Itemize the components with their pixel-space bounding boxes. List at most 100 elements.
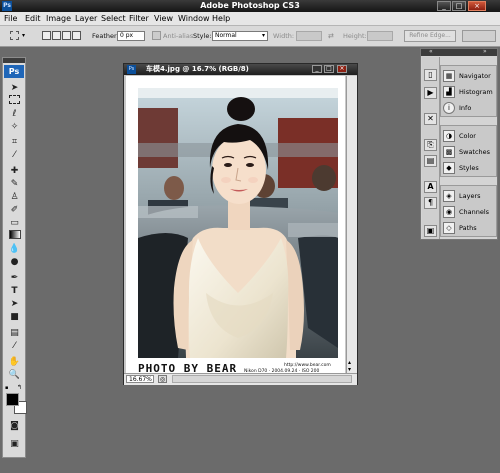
- zoom-tool-icon[interactable]: 🔍: [6, 369, 23, 381]
- swap-dimensions-icon[interactable]: ⇄: [328, 32, 334, 40]
- navigator-icon: ▦: [443, 70, 455, 82]
- preset-dropdown-arrow-icon[interactable]: ▾: [22, 32, 25, 39]
- doc-close-icon[interactable]: ×: [337, 65, 347, 73]
- minimize-icon[interactable]: _: [437, 1, 451, 11]
- collapse-right-icon[interactable]: »: [483, 48, 487, 55]
- panel-dock-header[interactable]: « »: [421, 48, 497, 56]
- maximize-icon[interactable]: □: [452, 1, 466, 11]
- intersect-selection-icon[interactable]: [72, 31, 81, 40]
- move-tool-icon[interactable]: ➤: [6, 82, 23, 94]
- foreground-color-swatch[interactable]: [6, 393, 19, 406]
- hand-tool-icon[interactable]: ✋: [6, 356, 23, 368]
- actions-panel-icon[interactable]: ✕: [424, 113, 437, 125]
- style-select[interactable]: Normal ▾: [212, 31, 268, 41]
- scroll-up-icon[interactable]: ▴: [348, 359, 351, 366]
- clone-source-panel-icon[interactable]: ▣: [424, 225, 437, 237]
- vertical-scrollbar[interactable]: ▴ ▾: [346, 76, 357, 373]
- path-selection-tool-icon[interactable]: ➤: [6, 298, 23, 310]
- panel-dock: « » ▯ ▶ ✕ ⎘ ▤ A ¶ ▣ ▦ Navigator ▟ Histogra…: [420, 48, 498, 240]
- document-window: Ps 车模4.jpg @ 16.7% (RGB/8) _ □ × PHOTO B…: [123, 63, 358, 385]
- paragraph-panel-icon[interactable]: ¶: [424, 197, 437, 209]
- panel-group-color: ◑ Color ▩ Swatches ◆ Styles: [440, 125, 497, 177]
- document-status-bar: 16.67% ◎: [124, 373, 357, 385]
- lasso-tool-icon[interactable]: ℓ: [6, 108, 23, 120]
- rectangle-tool-icon[interactable]: ■: [6, 311, 23, 323]
- doc-maximize-icon[interactable]: □: [324, 65, 334, 73]
- scroll-down-icon[interactable]: ▾: [348, 366, 351, 373]
- magic-wand-tool-icon[interactable]: ✧: [6, 121, 23, 133]
- notes-tool-icon[interactable]: ▤: [6, 327, 23, 339]
- styles-label: Styles: [459, 164, 479, 172]
- new-selection-icon[interactable]: [42, 31, 51, 40]
- toolbox-grip[interactable]: [3, 58, 25, 63]
- histogram-panel-item[interactable]: ▟ Histogram: [443, 85, 496, 99]
- layer-comps-panel-icon[interactable]: ▤: [424, 155, 437, 167]
- document-canvas[interactable]: PHOTO BY BEAR http://www.bear.com Nikon …: [126, 76, 345, 375]
- clone-stamp-tool-icon[interactable]: ♙: [6, 191, 23, 203]
- styles-panel-item[interactable]: ◆ Styles: [443, 161, 496, 175]
- healing-brush-tool-icon[interactable]: ✚: [6, 165, 23, 177]
- menu-edit[interactable]: Edit: [25, 12, 41, 25]
- gradient-tool-icon[interactable]: [6, 230, 23, 242]
- menu-select[interactable]: Select: [101, 12, 126, 25]
- character-panel-icon[interactable]: A: [424, 181, 437, 193]
- menu-view[interactable]: View: [154, 12, 173, 25]
- feather-input[interactable]: 0 px: [117, 31, 145, 41]
- screen-mode-icon[interactable]: ▣: [6, 438, 23, 450]
- menu-file[interactable]: File: [4, 12, 17, 25]
- horizontal-scrollbar[interactable]: [172, 375, 352, 383]
- info-panel-item[interactable]: i Info: [443, 101, 496, 115]
- collapse-left-icon[interactable]: «: [429, 48, 433, 55]
- crop-tool-icon[interactable]: ⌗: [6, 136, 23, 148]
- eyedropper-tool-icon[interactable]: ⁄: [6, 340, 23, 352]
- navigator-panel-item[interactable]: ▦ Navigator: [443, 69, 496, 83]
- style-label: Style:: [193, 32, 212, 40]
- menu-image[interactable]: Image: [46, 12, 71, 25]
- quick-mask-icon[interactable]: ◙: [6, 420, 23, 432]
- marquee-preset-icon[interactable]: [10, 31, 19, 40]
- zoom-level-field[interactable]: 16.67%: [126, 375, 154, 383]
- blur-tool-icon[interactable]: 💧: [6, 243, 23, 255]
- status-info-icon[interactable]: ◎: [158, 375, 167, 383]
- navigator-label: Navigator: [459, 72, 491, 80]
- channels-panel-item[interactable]: ◉ Channels: [443, 205, 496, 219]
- document-title-bar[interactable]: Ps 车模4.jpg @ 16.7% (RGB/8) _ □ ×: [124, 64, 357, 75]
- panel-group-navigator: ▦ Navigator ▟ Histogram i Info: [440, 65, 497, 117]
- antialias-checkbox[interactable]: [152, 31, 161, 40]
- slice-tool-icon[interactable]: ⁄: [6, 149, 23, 161]
- history-panel-icon[interactable]: ⎘: [424, 139, 437, 151]
- subtract-selection-icon[interactable]: [62, 31, 71, 40]
- dodge-tool-icon[interactable]: ●: [6, 256, 23, 268]
- paths-icon: ◇: [443, 222, 455, 234]
- paths-panel-item[interactable]: ◇ Paths: [443, 221, 496, 235]
- color-panel-item[interactable]: ◑ Color: [443, 129, 496, 143]
- menu-window[interactable]: Window: [178, 12, 210, 25]
- tool-presets-panel-icon[interactable]: ▶: [424, 87, 437, 99]
- swatches-icon: ▩: [443, 146, 455, 158]
- brush-tool-icon[interactable]: ✎: [6, 178, 23, 190]
- type-tool-icon[interactable]: T: [6, 285, 23, 297]
- swatches-panel-item[interactable]: ▩ Swatches: [443, 145, 496, 159]
- menu-filter[interactable]: Filter: [129, 12, 149, 25]
- palette-well[interactable]: [462, 30, 496, 42]
- swap-colors-icon[interactable]: ↰: [17, 384, 22, 391]
- history-brush-tool-icon[interactable]: ✐: [6, 204, 23, 216]
- marquee-tool-icon[interactable]: [6, 95, 23, 107]
- add-to-selection-icon[interactable]: [52, 31, 61, 40]
- pen-tool-icon[interactable]: ✒: [6, 272, 23, 284]
- doc-minimize-icon[interactable]: _: [312, 65, 322, 73]
- brushes-panel-icon[interactable]: ▯: [424, 69, 437, 81]
- eraser-tool-icon[interactable]: ▭: [6, 217, 23, 229]
- color-icon: ◑: [443, 130, 455, 142]
- panel-group-layers: ◈ Layers ◉ Channels ◇ Paths: [440, 185, 497, 237]
- close-icon[interactable]: ×: [468, 1, 486, 11]
- menu-help[interactable]: Help: [212, 12, 230, 25]
- width-input[interactable]: [296, 31, 322, 41]
- histogram-label: Histogram: [459, 88, 493, 96]
- menu-layer[interactable]: Layer: [75, 12, 97, 25]
- default-colors-icon[interactable]: ▪: [5, 385, 8, 391]
- document-title: 车模4.jpg @ 16.7% (RGB/8): [146, 65, 249, 73]
- refine-edge-button[interactable]: Refine Edge...: [404, 30, 456, 42]
- layers-panel-item[interactable]: ◈ Layers: [443, 189, 496, 203]
- height-input[interactable]: [367, 31, 393, 41]
